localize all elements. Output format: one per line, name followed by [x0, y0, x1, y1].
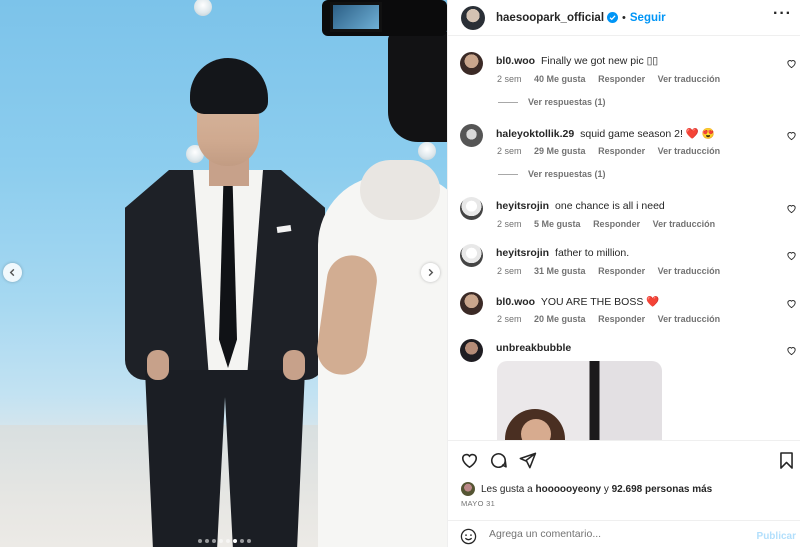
heart-eyes-emoji: 😍: [701, 128, 715, 140]
commenter-avatar[interactable]: [460, 124, 483, 147]
carousel-dot: [240, 539, 244, 543]
commenter-avatar[interactable]: [460, 244, 483, 267]
comment-likes[interactable]: 5 Me gusta: [534, 219, 581, 229]
likes-count[interactable]: 92.698 personas más: [612, 484, 713, 495]
post-date: MAYO 31: [461, 499, 496, 508]
post-header: haesoopark_official • Seguir ···: [448, 0, 800, 36]
add-comment-input[interactable]: [489, 528, 759, 540]
carousel-dot: [233, 539, 237, 543]
view-replies-button[interactable]: Ver respuestas (1): [498, 97, 606, 107]
studio-light: [194, 0, 212, 16]
emoji-picker-icon[interactable]: [460, 528, 477, 545]
comment-bubble-icon[interactable]: [489, 451, 508, 470]
next-photo-button[interactable]: [421, 263, 440, 282]
add-comment-bar: Publicar: [448, 520, 800, 547]
like-comment-heart-icon[interactable]: [786, 203, 797, 214]
heart-emoji: ❤️: [646, 296, 660, 308]
save-bookmark-icon[interactable]: [777, 451, 796, 470]
comments-list[interactable]: bl0.woo Finally we got new pic ▯▯ 2 sem …: [448, 37, 800, 440]
commenter-avatar[interactable]: [460, 292, 483, 315]
more-options-button[interactable]: ···: [773, 5, 792, 23]
comment-username[interactable]: bl0.woo: [496, 296, 535, 308]
like-comment-heart-icon[interactable]: [786, 130, 797, 141]
heart-emoji: ❤️: [685, 128, 699, 140]
publish-button[interactable]: Publicar: [757, 531, 796, 542]
likes-middle: y: [603, 483, 609, 495]
comment-text: Finally we got new pic: [541, 55, 644, 67]
comment-text: YOU ARE THE BOSS: [540, 296, 644, 308]
translate-button[interactable]: Ver traducción: [658, 74, 721, 84]
likes-prefix: Les gusta a: [481, 483, 533, 495]
translate-button[interactable]: Ver traducción: [658, 146, 721, 156]
carousel-dot: [247, 539, 251, 543]
comment-time: 2 sem: [497, 314, 522, 324]
chevron-right-icon: [428, 268, 434, 277]
like-comment-heart-icon[interactable]: [786, 58, 797, 69]
comment-username[interactable]: heyitsrojin: [496, 247, 549, 259]
comment-likes[interactable]: 20 Me gusta: [534, 314, 586, 324]
translate-button[interactable]: Ver traducción: [658, 266, 721, 276]
camera-monitor: [330, 2, 382, 32]
translate-button[interactable]: Ver traducción: [653, 219, 716, 229]
comment-time: 2 sem: [497, 146, 522, 156]
camera-rig: [388, 32, 447, 142]
like-heart-icon[interactable]: [460, 451, 479, 470]
comment-time: 2 sem: [497, 74, 522, 84]
commenter-avatar[interactable]: [460, 197, 483, 220]
comment-likes[interactable]: 31 Me gusta: [534, 266, 586, 276]
comment-username[interactable]: heyitsrojin: [496, 200, 549, 212]
like-comment-heart-icon[interactable]: [786, 250, 797, 261]
share-paper-plane-icon[interactable]: [518, 451, 537, 470]
reply-button[interactable]: Responder: [598, 314, 645, 324]
chevron-left-icon: [9, 268, 15, 277]
comment-text: one chance is all i need: [555, 200, 665, 212]
comment-text: father to million.: [555, 247, 630, 259]
commenter-avatar[interactable]: [460, 339, 483, 362]
view-replies-button[interactable]: Ver respuestas (1): [498, 169, 606, 179]
translate-button[interactable]: Ver traducción: [658, 314, 721, 324]
reply-button[interactable]: Responder: [598, 146, 645, 156]
author-username[interactable]: haesoopark_official: [496, 12, 604, 24]
likes-summary: Les gusta a hoooooyeony y 92.698 persona…: [461, 482, 800, 496]
comment-time: 2 sem: [497, 266, 522, 276]
header-separator: •: [622, 11, 626, 24]
comment-text: squid game season 2!: [580, 128, 683, 140]
post-photo: [0, 0, 447, 547]
view-replies-label: Ver respuestas (1): [528, 97, 606, 107]
liker-avatar[interactable]: [461, 482, 475, 496]
carousel-dot: [212, 539, 216, 543]
studio-light: [418, 142, 436, 160]
commenter-avatar[interactable]: [460, 52, 483, 75]
carousel-dot: [226, 539, 230, 543]
carousel-dot: [219, 539, 223, 543]
liker-username[interactable]: hoooooyeony: [536, 484, 602, 495]
previous-photo-button[interactable]: [3, 263, 22, 282]
reply-button[interactable]: Responder: [593, 219, 640, 229]
comment-username[interactable]: haleyoktollik.29: [496, 128, 574, 140]
comment-time: 2 sem: [497, 219, 522, 229]
reply-button[interactable]: Responder: [598, 266, 645, 276]
author-avatar[interactable]: [461, 5, 485, 30]
carousel-indicator: [198, 539, 251, 543]
post-side-panel: haesoopark_official • Seguir ··· bl0.woo…: [447, 0, 800, 547]
carousel-dot: [198, 539, 202, 543]
comment-likes[interactable]: 40 Me gusta: [534, 74, 586, 84]
carousel-dot: [205, 539, 209, 543]
comment-username[interactable]: unbreakbubble: [496, 342, 571, 354]
post-action-bar: [448, 440, 800, 480]
like-comment-heart-icon[interactable]: [786, 298, 797, 309]
like-comment-heart-icon[interactable]: [786, 345, 797, 356]
comment-likes[interactable]: 29 Me gusta: [534, 146, 586, 156]
man-in-suit: [85, 50, 345, 547]
crew-head: [360, 160, 440, 220]
follow-button[interactable]: Seguir: [630, 12, 666, 24]
view-replies-label: Ver respuestas (1): [528, 169, 606, 179]
comment-text-suffix: ▯▯: [646, 55, 659, 67]
verified-badge-icon: [607, 12, 619, 23]
comment-gif-image[interactable]: [497, 361, 662, 440]
comment-username[interactable]: bl0.woo: [496, 55, 535, 67]
reply-button[interactable]: Responder: [598, 74, 645, 84]
